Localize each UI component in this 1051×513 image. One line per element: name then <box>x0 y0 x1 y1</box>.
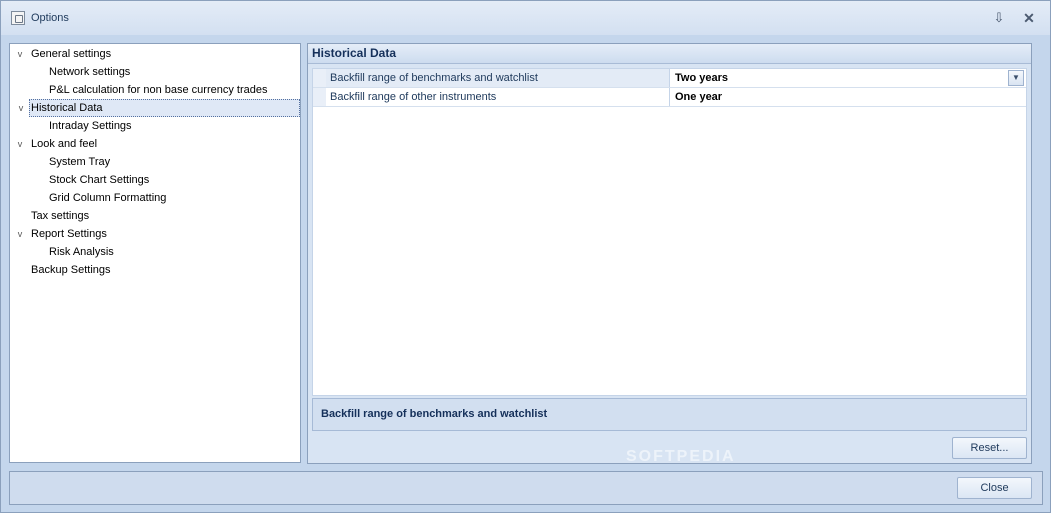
panel-title: Historical Data <box>308 44 1031 64</box>
tree-item-label: Look and feel <box>31 138 98 150</box>
settings-tree: v General settings Network settings P&L … <box>9 43 301 463</box>
row-indent <box>313 88 326 106</box>
chevron-down-icon[interactable]: v <box>14 225 26 243</box>
tree-item-report-settings[interactable]: v Report Settings <box>18 225 107 243</box>
chevron-down-icon[interactable]: v <box>15 100 27 116</box>
property-value: Two years <box>675 72 728 84</box>
tree-item-pl-calculation[interactable]: P&L calculation for non base currency tr… <box>49 81 268 99</box>
row-indent <box>313 69 326 87</box>
tree-item-label: Grid Column Formatting <box>49 192 167 204</box>
options-window: Options ⇩ ✕ v General settings Network s… <box>0 0 1051 513</box>
reset-button[interactable]: Reset... <box>952 437 1027 459</box>
chevron-down-icon[interactable]: ▼ <box>1008 70 1024 86</box>
tree-item-backup-settings[interactable]: Backup Settings <box>31 261 111 279</box>
tree-item-system-tray[interactable]: System Tray <box>49 153 110 171</box>
tree-item-label: P&L calculation for non base currency tr… <box>49 84 268 96</box>
tree-item-label: Network settings <box>49 66 131 78</box>
watermark: SOFTPEDIA <box>626 448 736 465</box>
dialog-footer: Close <box>9 471 1043 505</box>
property-row-other-instruments[interactable]: Backfill range of other instruments One … <box>313 88 1026 107</box>
pin-icon[interactable]: ⇩ <box>990 9 1008 27</box>
tree-item-grid-column-formatting[interactable]: Grid Column Formatting <box>49 189 166 207</box>
tree-item-look-and-feel[interactable]: v Look and feel <box>18 135 98 153</box>
tree-item-label: General settings <box>31 48 112 60</box>
window-title: Options <box>31 12 69 24</box>
settings-panel: Historical Data Backfill range of benchm… <box>307 43 1032 465</box>
tree-item-label: System Tray <box>49 156 111 168</box>
app-icon <box>11 11 25 25</box>
tree-item-label: Backup Settings <box>31 264 111 276</box>
close-icon[interactable]: ✕ <box>1020 9 1038 27</box>
tree-item-label: Tax settings <box>31 210 90 222</box>
chevron-down-icon[interactable]: v <box>14 135 26 153</box>
tree-item-label: Stock Chart Settings <box>49 174 150 186</box>
property-name: Backfill range of benchmarks and watchli… <box>326 69 670 87</box>
property-row-benchmarks[interactable]: Backfill range of benchmarks and watchli… <box>313 69 1026 88</box>
tree-item-label: Report Settings <box>31 228 107 240</box>
property-name: Backfill range of other instruments <box>326 88 670 106</box>
tree-item-network-settings[interactable]: Network settings <box>49 63 130 81</box>
title-bar: Options ⇩ ✕ <box>1 1 1050 35</box>
chevron-down-icon[interactable]: v <box>14 45 26 63</box>
tree-item-intraday-settings[interactable]: Intraday Settings <box>49 117 132 135</box>
property-value-select[interactable]: Two years ▼ <box>671 69 1026 87</box>
tree-item-risk-analysis[interactable]: Risk Analysis <box>49 243 114 261</box>
tree-item-label: Intraday Settings <box>49 120 132 132</box>
tree-item-stock-chart-settings[interactable]: Stock Chart Settings <box>49 171 149 189</box>
property-description: Backfill range of benchmarks and watchli… <box>312 398 1027 431</box>
tree-item-historical-data[interactable]: v Historical Data <box>19 99 300 117</box>
tree-item-tax-settings[interactable]: Tax settings <box>31 207 89 225</box>
close-button[interactable]: Close <box>957 477 1032 499</box>
property-grid: Backfill range of benchmarks and watchli… <box>312 68 1027 396</box>
tree-item-general-settings[interactable]: v General settings <box>18 45 112 63</box>
tree-item-label: Historical Data <box>31 102 103 114</box>
property-value-select[interactable]: One year <box>671 88 1026 106</box>
property-value: One year <box>675 91 723 103</box>
tree-item-label: Risk Analysis <box>49 246 114 258</box>
